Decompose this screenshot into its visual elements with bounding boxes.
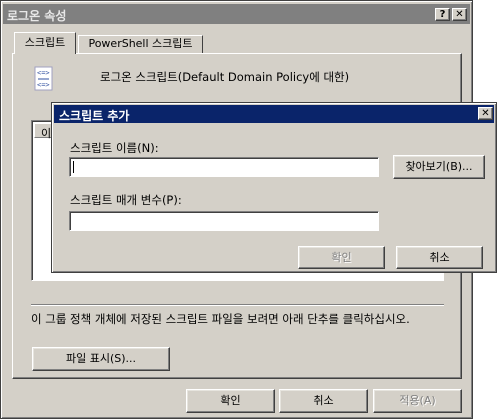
tab-powershell-scripts[interactable]: PowerShell 스크립트 xyxy=(78,35,203,53)
browse-label: 찾아보기(B)... xyxy=(405,160,473,173)
svg-text:<=>: <=> xyxy=(37,81,50,89)
script-name-label: 스크립트 이름(N): xyxy=(70,141,159,155)
svg-text:<=>: <=> xyxy=(37,69,50,77)
scripts-heading: 로그온 스크립트(Default Domain Policy에 대한) xyxy=(100,70,350,84)
help-icon: ? xyxy=(439,9,446,20)
script-params-input[interactable] xyxy=(69,211,379,231)
info-text: 이 그룹 정책 개체에 저장된 스크립트 파일을 보려면 아래 단추를 클릭하십… xyxy=(31,312,410,326)
add-script-cancel-button[interactable]: 취소 xyxy=(396,246,483,269)
add-script-ok-button[interactable]: 확인 xyxy=(298,246,385,269)
logon-cancel-button[interactable]: 취소 xyxy=(279,389,368,413)
browse-button[interactable]: 찾아보기(B)... xyxy=(393,155,485,179)
help-button[interactable]: ? xyxy=(435,8,450,21)
apply-button[interactable]: 적용(A) xyxy=(373,389,462,413)
logon-ok-button[interactable]: 확인 xyxy=(186,389,275,413)
logon-ok-label: 확인 xyxy=(220,394,241,407)
panel-separator xyxy=(31,304,444,306)
tab-powershell-label: PowerShell 스크립트 xyxy=(88,37,193,50)
apply-label: 적용(A) xyxy=(399,394,436,407)
text-caret xyxy=(73,161,74,173)
close-icon: ✕ xyxy=(455,9,464,20)
add-script-close-button[interactable]: ✕ xyxy=(478,107,493,120)
script-file-icon: <=> <=> xyxy=(33,66,55,92)
tab-scripts[interactable]: 스크립트 xyxy=(14,32,76,54)
logon-dialog-title: 로그온 속성 xyxy=(7,9,67,23)
add-script-cancel-label: 취소 xyxy=(429,251,450,264)
script-name-input[interactable] xyxy=(69,157,379,177)
logon-dialog-titlebar[interactable]: 로그온 속성 ? ✕ xyxy=(3,4,470,24)
add-script-titlebar[interactable]: 스크립트 추가 ✕ xyxy=(54,105,494,123)
show-files-button[interactable]: 파일 표시(S)... xyxy=(32,347,170,371)
close-button[interactable]: ✕ xyxy=(452,8,467,21)
close-icon: ✕ xyxy=(481,108,490,119)
add-script-title: 스크립트 추가 xyxy=(59,109,130,123)
add-script-dialog: 스크립트 추가 ✕ 스크립트 이름(N): 찾아보기(B)... 스크립트 매개… xyxy=(51,102,497,273)
logon-cancel-label: 취소 xyxy=(313,394,334,407)
show-files-label: 파일 표시(S)... xyxy=(65,352,137,365)
tab-scripts-label: 스크립트 xyxy=(24,36,66,49)
script-params-label: 스크립트 매개 변수(P): xyxy=(70,193,182,207)
add-script-ok-label: 확인 xyxy=(331,251,352,264)
